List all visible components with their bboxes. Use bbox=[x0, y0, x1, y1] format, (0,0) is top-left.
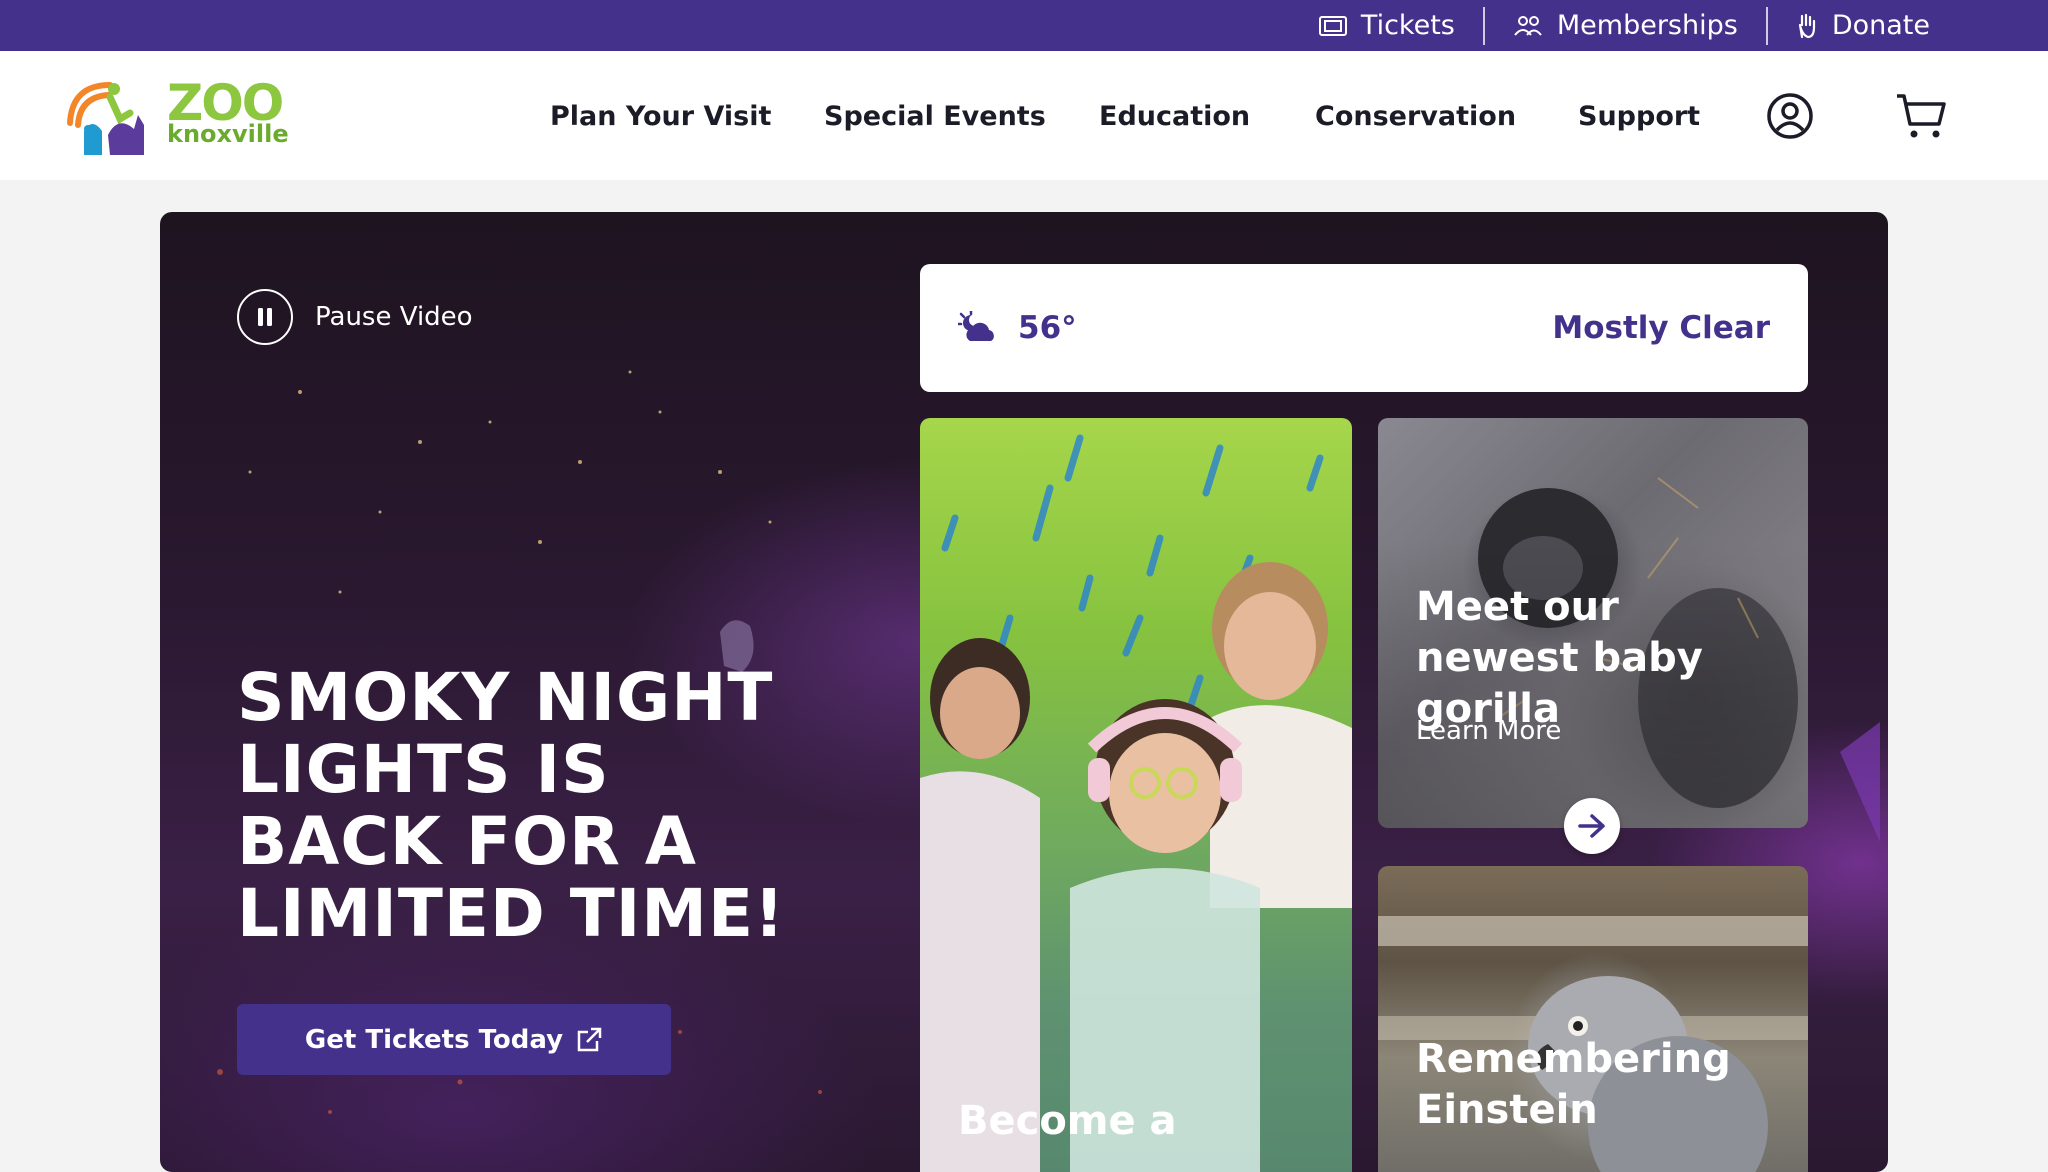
membership-card[interactable]: Become a bbox=[920, 418, 1352, 1172]
tickets-label: Tickets bbox=[1360, 10, 1455, 41]
learn-more-link[interactable]: Learn More bbox=[1416, 716, 1561, 746]
zoo-knoxville-logo[interactable]: ZOO knoxville bbox=[62, 73, 289, 163]
nav-special-events[interactable]: Special Events bbox=[824, 97, 1046, 137]
einstein-card[interactable]: Remembering Einstein bbox=[1378, 866, 1808, 1172]
donate-link[interactable]: Donate bbox=[1768, 8, 1958, 44]
get-tickets-label: Get Tickets Today bbox=[304, 1024, 564, 1055]
arrow-right-icon bbox=[1578, 814, 1605, 838]
nav-support[interactable]: Support bbox=[1578, 97, 1700, 137]
weather-temperature: 56° bbox=[1018, 310, 1077, 346]
nav-education[interactable]: Education bbox=[1099, 97, 1250, 137]
main-nav: ZOO knoxville Plan Your Visit Special Ev… bbox=[0, 51, 2048, 180]
account-icon[interactable] bbox=[1766, 92, 1814, 140]
einstein-card-title: Remembering Einstein bbox=[1416, 1036, 1731, 1133]
pause-video-control[interactable]: Pause Video bbox=[237, 289, 473, 345]
tickets-link[interactable]: Tickets bbox=[1291, 8, 1483, 44]
pause-icon bbox=[258, 308, 272, 326]
external-link-icon bbox=[577, 1027, 602, 1051]
utility-bar: Tickets Memberships Donate bbox=[0, 0, 2048, 51]
nav-conservation[interactable]: Conservation bbox=[1315, 97, 1516, 137]
cart-icon[interactable] bbox=[1895, 92, 1947, 140]
logo-knoxville-text: knoxville bbox=[167, 120, 289, 148]
gorilla-card-title: Meet our newest baby gorilla bbox=[1416, 584, 1703, 732]
people-icon bbox=[1514, 15, 1542, 36]
weather-condition: Mostly Clear bbox=[1552, 310, 1770, 346]
get-tickets-button[interactable]: Get Tickets Today bbox=[237, 1004, 671, 1075]
hero-video: Pause Video Smoky Night Lights is back f… bbox=[160, 212, 1888, 1172]
membership-photo bbox=[920, 434, 1352, 1172]
ticket-icon bbox=[1318, 15, 1347, 36]
nav-plan-your-visit[interactable]: Plan Your Visit bbox=[550, 97, 771, 137]
pause-video-label: Pause Video bbox=[315, 302, 473, 332]
hero-heading: Smoky Night Lights is back for a limited… bbox=[237, 659, 786, 952]
pause-button[interactable] bbox=[237, 289, 293, 345]
gorilla-card[interactable]: Meet our newest baby gorilla Learn More bbox=[1378, 418, 1808, 828]
memberships-label: Memberships bbox=[1556, 10, 1738, 41]
weather-widget: 56° Mostly Clear bbox=[920, 264, 1808, 392]
membership-card-title: Become a bbox=[958, 1098, 1177, 1144]
carousel-next-button[interactable] bbox=[1564, 798, 1620, 854]
memberships-link[interactable]: Memberships bbox=[1485, 8, 1766, 44]
donate-label: Donate bbox=[1831, 10, 1930, 41]
logo-animals-icon bbox=[67, 82, 144, 155]
partly-cloudy-night-icon bbox=[958, 311, 994, 341]
hand-icon bbox=[1798, 13, 1815, 38]
